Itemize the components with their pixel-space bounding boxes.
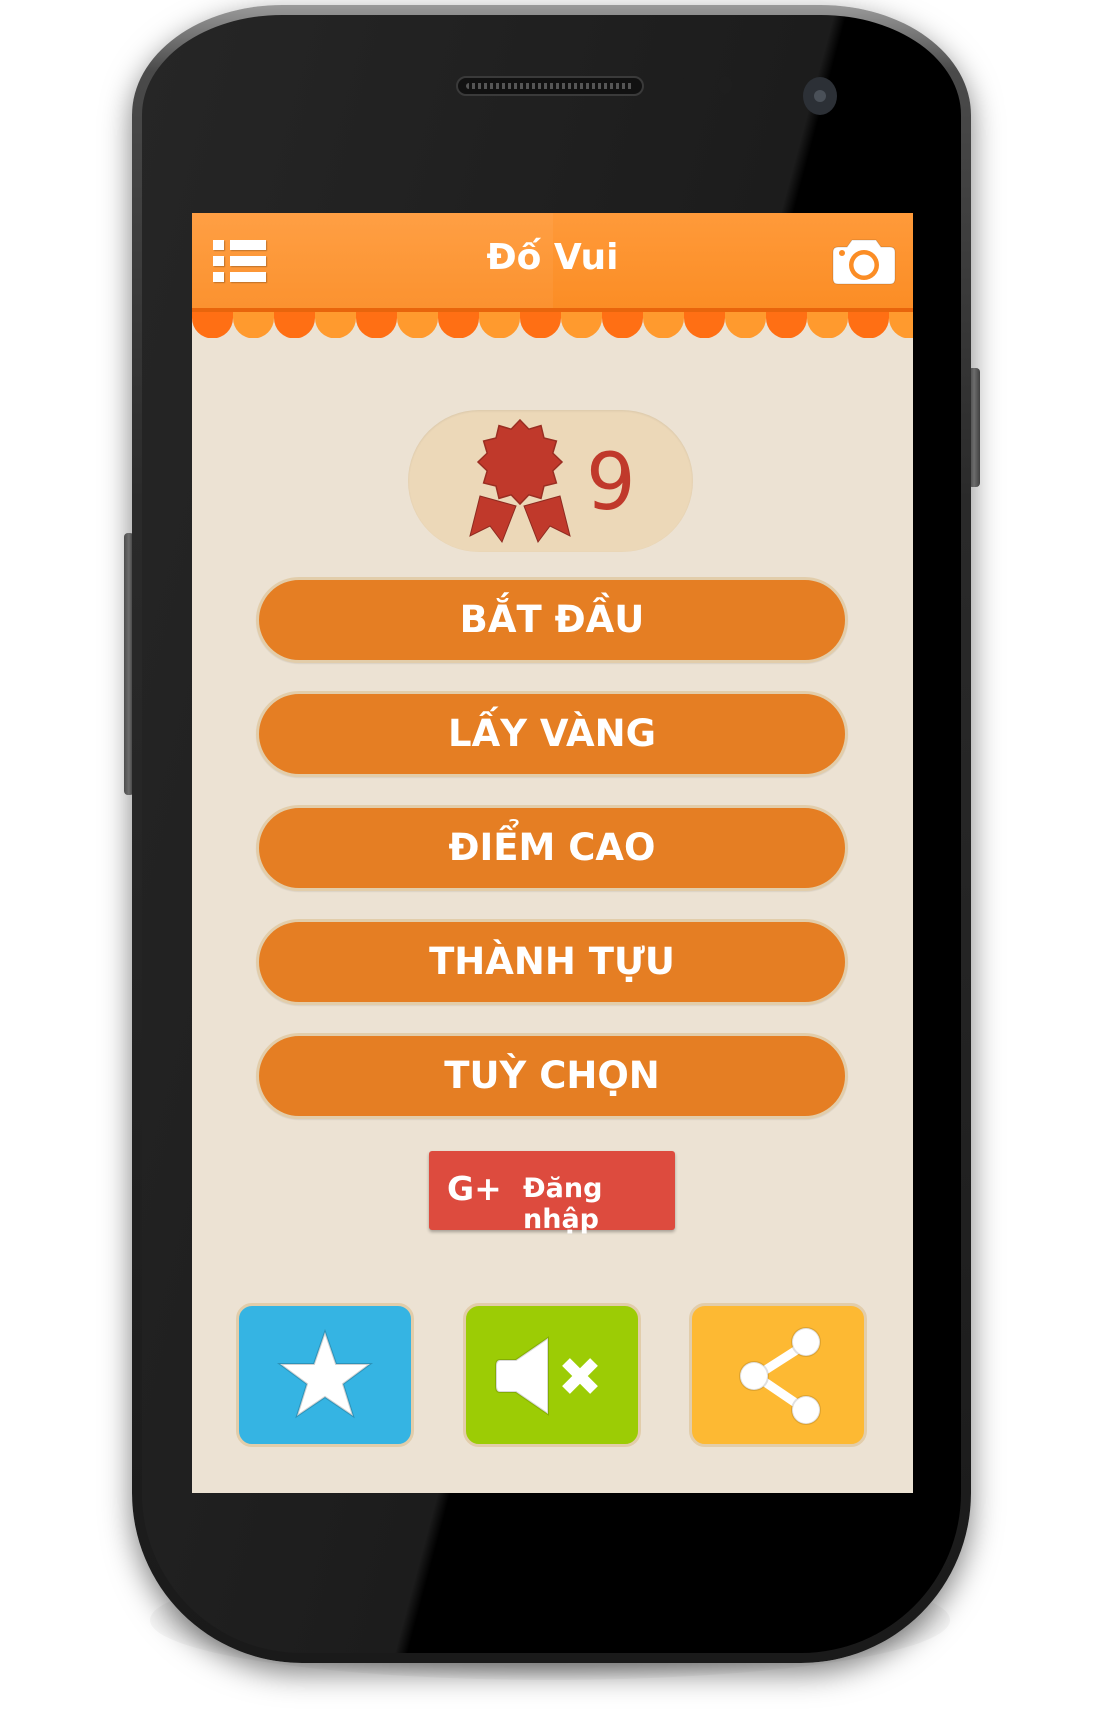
scallop [274,312,315,338]
scallop [561,312,602,338]
earpiece-speaker [456,76,644,96]
sound-toggle-button[interactable] [463,1303,641,1447]
scallop [889,312,913,338]
proximity-sensor [663,78,689,92]
scallop [438,312,479,338]
app-header: Đố Vui [192,213,913,308]
scallop [192,312,233,338]
scallop [315,312,356,338]
scallop [397,312,438,338]
app-screen: Đố Vui 9 BẮT ĐẦU LẤY VÀNG ĐIỂM CAO THÀNH… [192,213,913,1493]
camera-icon [832,239,896,285]
start-button[interactable]: BẮT ĐẦU [256,577,848,663]
star-icon [276,1328,374,1419]
scallop [602,312,643,338]
high-score-button[interactable]: ĐIỂM CAO [256,805,848,891]
scallop [766,312,807,338]
google-signin-button[interactable]: G+ Đăng nhập [429,1151,675,1235]
screenshot-button[interactable] [832,235,896,287]
scallop [684,312,725,338]
rate-button[interactable] [236,1303,414,1447]
sound-muted-icon [495,1336,598,1416]
scallop [520,312,561,338]
award-ribbon-icon [469,418,571,544]
scallop [848,312,889,338]
scallop [725,312,766,338]
share-button[interactable] [689,1303,867,1447]
scallop [356,312,397,338]
scallop [643,312,684,338]
scallop [233,312,274,338]
score-count: 9 [586,438,636,528]
scalloped-awning [192,308,913,338]
achievements-button[interactable]: THÀNH TỰU [256,919,848,1005]
light-sensor [718,76,732,94]
scallop [807,312,848,338]
google-signin-label: Đăng nhập [523,1173,603,1235]
score-badge: 9 [408,410,693,552]
front-camera [803,77,837,115]
options-button[interactable]: TUỲ CHỌN [256,1033,848,1119]
get-gold-button[interactable]: LẤY VÀNG [256,691,848,777]
google-plus-icon: G+ [447,1169,502,1208]
scallop [479,312,520,338]
app-title: Đố Vui [486,237,619,278]
share-icon [739,1327,821,1425]
